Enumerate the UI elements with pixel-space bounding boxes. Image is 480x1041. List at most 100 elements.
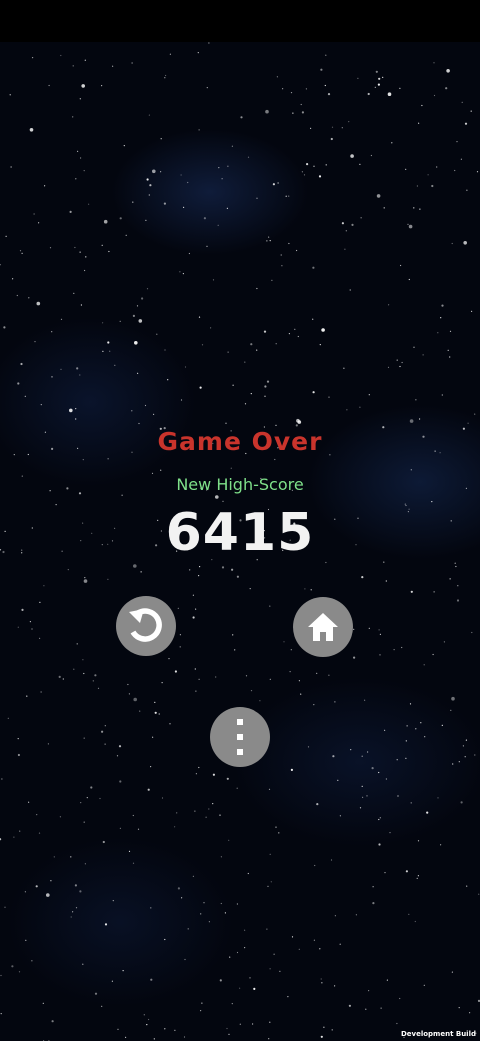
star (464, 756, 466, 758)
star (198, 129, 200, 131)
star (416, 877, 418, 880)
star (443, 641, 445, 643)
star (77, 150, 79, 152)
star (269, 678, 271, 680)
star (362, 796, 364, 798)
star (357, 77, 359, 79)
star (212, 803, 214, 805)
star (220, 902, 222, 905)
star (226, 207, 228, 209)
star (267, 885, 269, 888)
star (73, 292, 75, 294)
star (436, 166, 438, 168)
star (17, 753, 20, 757)
star (256, 287, 258, 290)
home-button[interactable] (293, 597, 353, 657)
star (218, 167, 220, 169)
star (226, 777, 229, 780)
star (73, 668, 75, 670)
star (83, 170, 85, 172)
star (25, 939, 27, 941)
restart-icon (124, 604, 168, 648)
star (102, 840, 105, 844)
star (0, 1013, 2, 1015)
star (83, 821, 85, 823)
more-options-button[interactable] (210, 707, 270, 767)
star (353, 656, 356, 659)
star (328, 674, 330, 676)
star (198, 575, 200, 577)
star (19, 830, 21, 832)
star (245, 675, 248, 677)
star (405, 740, 407, 742)
restart-button[interactable] (116, 596, 176, 656)
star (74, 884, 77, 887)
star (471, 310, 473, 312)
star (433, 62, 435, 64)
star (90, 786, 93, 789)
star (60, 54, 62, 57)
star (228, 1033, 230, 1035)
star (176, 812, 178, 814)
star (182, 273, 184, 275)
star (288, 242, 290, 245)
star (424, 736, 426, 738)
star (275, 826, 277, 828)
star (21, 608, 24, 612)
star (80, 304, 82, 306)
star (451, 696, 455, 701)
star (169, 723, 171, 725)
star (227, 351, 229, 353)
star (195, 608, 197, 610)
star (364, 699, 366, 701)
star (312, 391, 315, 394)
star (102, 322, 104, 324)
star (21, 252, 23, 254)
star (107, 341, 110, 344)
star (371, 767, 374, 770)
star (150, 766, 152, 768)
star (378, 818, 380, 821)
star (399, 87, 401, 89)
star (5, 235, 7, 237)
star (198, 316, 201, 318)
star (128, 850, 131, 853)
star (72, 65, 74, 67)
development-build-label: Development Build (400, 1030, 476, 1038)
star (310, 127, 312, 129)
star (410, 590, 413, 593)
star (12, 278, 14, 280)
star (456, 599, 460, 602)
star (432, 653, 434, 656)
star (313, 939, 315, 941)
star (474, 754, 476, 756)
star (337, 779, 339, 781)
star (441, 304, 444, 307)
star (0, 838, 2, 841)
star (35, 885, 38, 888)
star (3, 326, 6, 329)
star (174, 826, 176, 828)
star (220, 856, 222, 858)
star (273, 953, 275, 955)
star (180, 399, 183, 401)
star (119, 827, 121, 829)
star (131, 410, 133, 412)
star (94, 992, 98, 995)
star (88, 203, 90, 205)
star (401, 361, 403, 364)
star (59, 816, 62, 818)
star (406, 725, 408, 727)
star (331, 126, 334, 128)
star (466, 885, 468, 887)
star (83, 672, 85, 675)
star (168, 658, 170, 660)
star (330, 137, 333, 141)
star (250, 393, 252, 395)
star (133, 564, 137, 568)
star (298, 948, 300, 950)
star (290, 92, 293, 94)
star (169, 53, 171, 55)
star (217, 224, 219, 226)
star (259, 700, 261, 702)
